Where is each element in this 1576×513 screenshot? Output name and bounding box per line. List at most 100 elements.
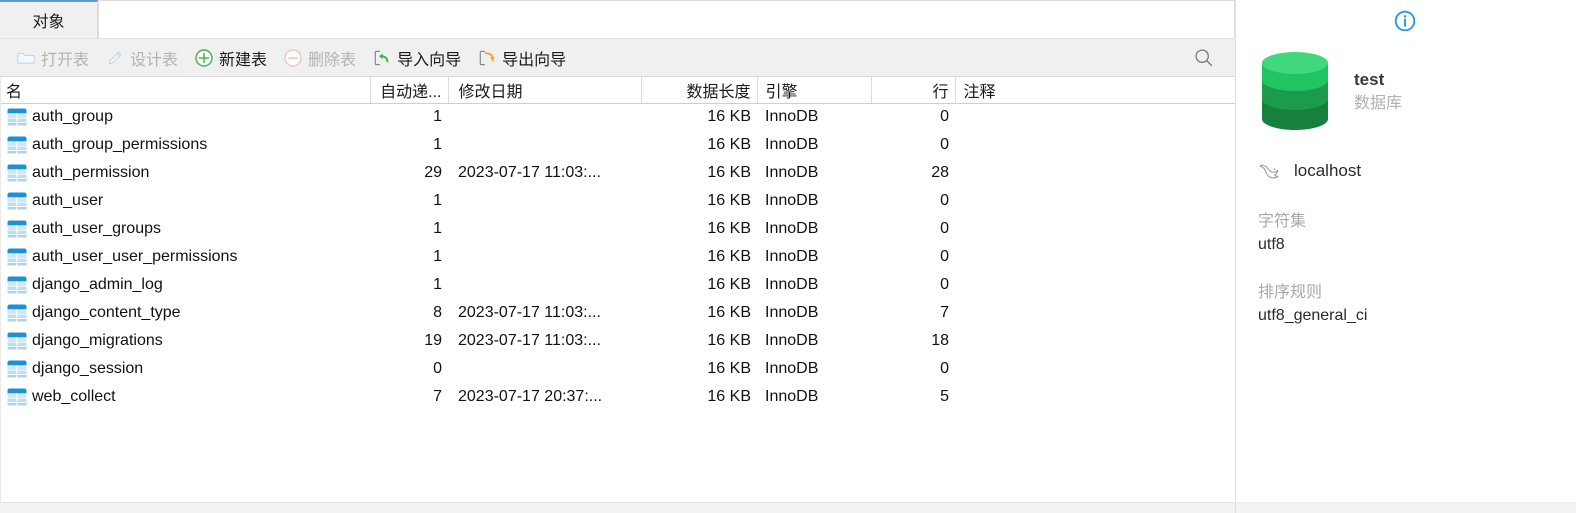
cell-data-length: 16 KB — [707, 360, 751, 377]
database-cylinder-icon — [1262, 52, 1328, 130]
table-row[interactable]: auth_permission 29 2023-07-17 11:03:... 16 … — [0, 159, 1235, 187]
collation-field: 排序规则 utf8_general_ci — [1236, 257, 1576, 328]
cell-data-length: 16 KB — [707, 248, 751, 265]
open-table-button[interactable]: 打开表 — [8, 43, 97, 73]
table-row[interactable]: auth_group 1 16 KB InnoDB 0 — [0, 103, 1235, 131]
database-kind: 数据库 — [1354, 94, 1403, 112]
search-icon[interactable] — [1193, 47, 1215, 69]
cell-modified-date: 2023-07-17 20:37:... — [458, 388, 603, 405]
cell-modified-date — [448, 271, 641, 299]
collation-value: utf8_general_ci — [1258, 307, 1368, 325]
cell-comment — [955, 159, 1235, 187]
cell-comment — [955, 299, 1235, 327]
table-row[interactable]: web_collect 7 2023-07-17 20:37:... 16 KB Inn… — [0, 383, 1235, 411]
import-wizard-button[interactable]: 导入向导 — [364, 43, 469, 73]
host-row: localhost — [1236, 138, 1576, 182]
cell-name[interactable]: django_content_type — [0, 299, 370, 327]
table-name-label: django_session — [32, 360, 144, 377]
column-header-modified-date[interactable]: 修改日期 — [448, 77, 642, 104]
cell-modified-date — [448, 355, 641, 383]
cell-auto-increment: 1 — [433, 276, 442, 293]
grid-bottom-strip — [0, 502, 1235, 513]
cell-modified-date — [448, 215, 641, 243]
tab-objects[interactable]: 对象 — [0, 0, 98, 38]
cell-auto-increment: 19 — [424, 332, 442, 349]
cell-engine: InnoDB — [765, 248, 819, 265]
cell-data-length: 16 KB — [707, 136, 751, 153]
collation-label: 排序规则 — [1258, 284, 1323, 302]
minus-circle-icon — [284, 48, 302, 67]
tables-grid: 名 自动递... 修改日期 数据长度 引擎 行 注释 auth_group 1 16… — [0, 77, 1235, 411]
cell-auto-increment: 1 — [433, 248, 442, 265]
cell-auto-increment: 1 — [433, 192, 442, 209]
cell-engine: InnoDB — [765, 164, 819, 181]
table-row[interactable]: django_admin_log 1 16 KB InnoDB 0 — [0, 271, 1235, 299]
folder-icon — [17, 52, 35, 64]
cell-name[interactable]: django_admin_log — [0, 271, 370, 299]
column-header-rows[interactable]: 行 — [871, 77, 956, 104]
cell-modified-date — [448, 103, 641, 131]
cell-comment — [955, 103, 1235, 131]
cell-auto-increment: 1 — [433, 220, 442, 237]
cell-data-length: 16 KB — [707, 192, 751, 209]
cell-modified-date — [448, 131, 641, 159]
cell-rows: 0 — [940, 360, 949, 377]
table-icon — [7, 248, 27, 266]
export-wizard-button[interactable]: 导出向导 — [469, 43, 574, 73]
table-icon — [7, 108, 27, 126]
cell-modified-date — [448, 243, 641, 271]
cell-comment — [955, 131, 1235, 159]
cell-data-length: 16 KB — [707, 388, 751, 405]
table-row[interactable]: auth_user_groups 1 16 KB InnoDB 0 — [0, 215, 1235, 243]
table-row[interactable]: auth_user 1 16 KB InnoDB 0 — [0, 187, 1235, 215]
cell-name[interactable]: auth_user — [0, 187, 370, 215]
database-name: test — [1354, 69, 1385, 89]
cell-name[interactable]: django_migrations — [0, 327, 370, 355]
table-name-label: auth_user_groups — [32, 220, 161, 237]
cell-name[interactable]: auth_user_groups — [0, 215, 370, 243]
cell-rows: 28 — [931, 164, 949, 181]
cell-name[interactable]: web_collect — [0, 383, 370, 411]
info-circle-icon[interactable] — [1393, 9, 1417, 33]
column-header-engine[interactable]: 引擎 — [757, 77, 872, 104]
new-table-button[interactable]: 新建表 — [186, 43, 275, 73]
tab-objects-label: 对象 — [32, 14, 65, 31]
export-wizard-label: 导出向导 — [502, 51, 567, 69]
delete-table-button[interactable]: 删除表 — [275, 43, 364, 73]
cell-auto-increment: 0 — [433, 360, 442, 377]
cell-data-length: 16 KB — [707, 276, 751, 293]
column-header-auto-increment[interactable]: 自动递... — [370, 77, 449, 104]
cell-engine: InnoDB — [765, 108, 819, 126]
design-table-button[interactable]: 设计表 — [97, 43, 186, 73]
main-pane: 对象 打开表 设计表 新建表 删除表 导入向导 导出向导 名 自动递... 修改… — [0, 0, 1235, 513]
table-icon — [7, 192, 27, 210]
column-header-data-length[interactable]: 数据长度 — [641, 77, 758, 104]
grid-header: 名 自动递... 修改日期 数据长度 引擎 行 注释 — [0, 77, 1235, 104]
column-header-name[interactable]: 名 — [0, 77, 371, 104]
cell-auto-increment: 1 — [433, 136, 442, 153]
cell-auto-increment: 7 — [433, 388, 442, 405]
cell-engine: InnoDB — [765, 220, 819, 237]
table-icon — [7, 220, 27, 238]
cell-name[interactable]: django_session — [0, 355, 370, 383]
table-icon — [7, 276, 27, 294]
cell-comment — [955, 215, 1235, 243]
cell-name[interactable]: auth_group_permissions — [0, 131, 370, 159]
cell-name[interactable]: auth_permission — [0, 159, 370, 187]
new-table-label: 新建表 — [219, 51, 268, 69]
table-row[interactable]: django_migrations 19 2023-07-17 11:03:... 1… — [0, 327, 1235, 355]
charset-label: 字符集 — [1258, 213, 1307, 230]
table-row[interactable]: django_content_type 8 2023-07-17 11:03:...… — [0, 299, 1235, 327]
charset-field: 字符集 utf8 — [1236, 182, 1576, 257]
column-header-comment[interactable]: 注释 — [955, 77, 1235, 104]
grid-header-row: 名 自动递... 修改日期 数据长度 引擎 行 注释 — [0, 77, 1235, 104]
table-row[interactable]: django_session 0 16 KB InnoDB 0 — [0, 355, 1235, 383]
table-row[interactable]: auth_user_user_permissions 1 16 KB InnoDB 0 — [0, 243, 1235, 271]
cell-engine: InnoDB — [765, 332, 819, 349]
cell-name[interactable]: auth_group — [0, 103, 370, 131]
table-icon — [7, 304, 27, 322]
cell-comment — [955, 243, 1235, 271]
cell-name[interactable]: auth_user_user_permissions — [0, 243, 370, 271]
cell-rows: 0 — [940, 136, 949, 153]
table-row[interactable]: auth_group_permissions 1 16 KB InnoDB 0 — [0, 131, 1235, 159]
